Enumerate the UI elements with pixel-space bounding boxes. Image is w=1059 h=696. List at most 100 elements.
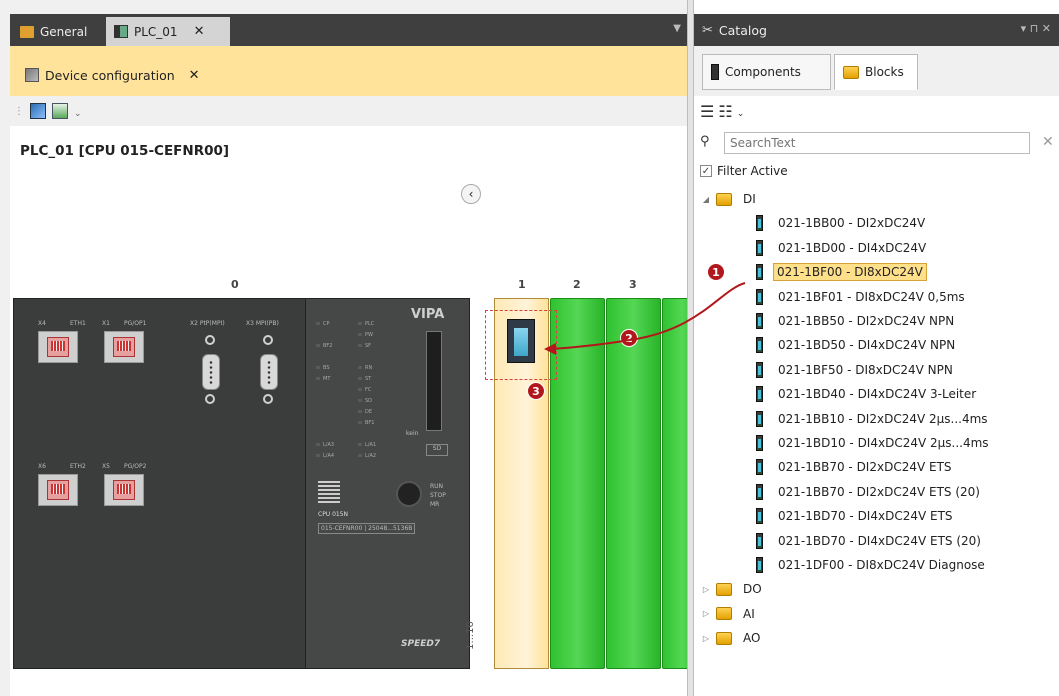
tree-item[interactable]: 021-1BD10 - DI4xDC24V 2µs...4ms <box>694 432 1059 454</box>
port-label: PG/OP1 <box>124 320 147 327</box>
tab-device-configuration[interactable]: Device configuration ✕ <box>25 60 200 90</box>
tab-components[interactable]: Components <box>702 54 831 90</box>
module-icon <box>756 410 763 427</box>
collapsed-arrow-icon[interactable]: ▷ <box>700 585 712 594</box>
tree-item[interactable]: 021-1BF01 - DI8xDC24V 0,5ms <box>694 286 1059 308</box>
module-icon <box>756 215 763 232</box>
port-label: X6 <box>38 463 46 470</box>
tree-item-label: 021-1BD70 - DI4xDC24V ETS <box>778 509 953 524</box>
slot-range-label: 1...10 <box>464 621 476 650</box>
tree-item[interactable]: 021-1BB00 - DI2xDC24V <box>694 212 1059 234</box>
screw-icon <box>263 394 273 404</box>
tab-components-label: Components <box>725 65 801 79</box>
tree-item[interactable]: 021-1BD50 - DI4xDC24V NPN <box>694 334 1059 356</box>
expand-all-icon[interactable]: ☰ <box>700 102 714 121</box>
slot-number-1: 1 <box>518 278 526 291</box>
document-tab-bar: General PLC_01 ✕ ▼ <box>10 14 687 46</box>
clear-search-icon[interactable]: ✕ <box>1042 134 1054 150</box>
qr-code-icon <box>318 481 340 503</box>
checkbox[interactable]: ✓ <box>700 165 712 177</box>
tree-item-label: 021-1BF50 - DI8xDC24V NPN <box>778 362 953 377</box>
toolbar-more-icon[interactable]: ⌄ <box>74 109 82 119</box>
tree-item-label: 021-1BD50 - DI4xDC24V NPN <box>778 338 956 353</box>
tree-item[interactable]: 021-1BB70 - DI2xDC24V ETS (20) <box>694 481 1059 503</box>
collapse-all-icon[interactable]: ☷ <box>718 102 732 121</box>
collapsed-arrow-icon[interactable]: ▷ <box>700 609 712 618</box>
editor-toolbar: ⋮ ⌄ <box>10 96 687 126</box>
module-icon <box>756 557 763 573</box>
ethernet-port-x1 <box>104 331 144 363</box>
module-icon <box>756 459 763 476</box>
overview-icon[interactable] <box>52 103 68 119</box>
cpu-order-label: 015-CEFNR00 | 25048...5136B <box>318 523 416 534</box>
tree-item[interactable]: 021-1BD00 - DI4xDC24V <box>694 237 1059 259</box>
catalog-tab-bar: Components Blocks <box>694 46 1059 96</box>
tree-item-label: 021-1BD10 - DI4xDC24V 2µs...4ms <box>778 436 989 450</box>
mode-label: MR <box>430 501 440 508</box>
vipa-logo: VIPA <box>411 307 445 322</box>
module-icon <box>756 361 763 378</box>
dragged-module-icon[interactable] <box>507 319 535 363</box>
cpu-module[interactable]: X4 ETH1 X1 PG/OP1 X2 PtP(MPI) X3 MPI(PB)… <box>13 298 310 669</box>
tree-item[interactable]: 021-1BB50 - DI2xDC24V NPN <box>694 310 1059 332</box>
led-label: BF1 <box>358 420 375 426</box>
mode-label: STOP <box>430 492 446 499</box>
led-label: SF <box>358 343 371 349</box>
tree-item-label: 021-1BB50 - DI2xDC24V NPN <box>778 314 955 328</box>
collapsed-arrow-icon[interactable]: ▷ <box>700 634 712 643</box>
tab-plc[interactable]: PLC_01 ✕ <box>106 17 230 46</box>
slot-number-3: 3 <box>629 278 637 291</box>
pane-splitter[interactable] <box>687 0 694 696</box>
cpu-name-label: CPU 015N <box>318 511 349 518</box>
tree-folder[interactable]: ▷ DO <box>694 578 1059 600</box>
tab-blocks-label: Blocks <box>865 65 904 79</box>
tree-folder[interactable]: ◢ DI <box>694 188 1059 210</box>
port-label: ETH2 <box>70 463 86 470</box>
catalog-icon: ✂ <box>702 22 713 38</box>
tree-item[interactable]: 021-1BD40 - DI4xDC24V 3-Leiter <box>694 383 1059 405</box>
pin-icon[interactable]: ▾ ⊓ ✕ <box>1021 22 1051 35</box>
expanded-arrow-icon[interactable]: ◢ <box>700 195 712 204</box>
tab-general[interactable]: General <box>12 17 102 46</box>
close-tab-icon[interactable]: ✕ <box>189 68 200 83</box>
tree-item[interactable]: 021-1BF50 - DI8xDC24V NPN <box>694 359 1059 381</box>
tab-general-label: General <box>40 24 88 39</box>
slot-2[interactable] <box>550 298 605 669</box>
slot-4[interactable] <box>662 298 687 669</box>
catalog-toolbar: ☰ ☷ ⌄ <box>694 96 1059 126</box>
collapse-button[interactable]: ‹ <box>461 184 481 204</box>
port-label: X2 PtP(MPI) <box>190 320 225 327</box>
tree-item[interactable]: 021-1DF00 - DI8xDC24V Diagnose <box>694 554 1059 576</box>
led-label: PW <box>358 332 373 338</box>
led-label: PLC <box>358 321 374 327</box>
components-icon <box>711 64 719 80</box>
slot-number-0: 0 <box>231 278 239 291</box>
folder-icon <box>716 607 732 621</box>
tree-item[interactable]: 021-1BD70 - DI4xDC24V ETS <box>694 505 1059 527</box>
filter-active-checkbox[interactable]: ✓ Filter Active <box>700 164 788 178</box>
chevron-down-icon[interactable]: ▼ <box>673 23 681 34</box>
search-input[interactable] <box>724 132 1030 154</box>
tab-plc-label: PLC_01 <box>134 24 178 39</box>
tree-folder[interactable]: ▷ AO <box>694 627 1059 649</box>
tree-item[interactable]: 021-1BF00 - DI8xDC24V <box>694 261 1059 283</box>
device-config-icon <box>25 68 39 82</box>
tree-item-label: 021-1BF00 - DI8xDC24V <box>773 263 927 282</box>
network-view-icon[interactable] <box>30 103 46 119</box>
app-window: General PLC_01 ✕ ▼ Device configuration … <box>0 0 1059 696</box>
close-tab-icon[interactable]: ✕ <box>194 24 205 39</box>
tab-blocks[interactable]: Blocks <box>834 54 918 90</box>
tree-item[interactable]: 021-1BD70 - DI4xDC24V ETS (20) <box>694 530 1059 552</box>
toolbar-more-icon[interactable]: ⌄ <box>737 109 745 119</box>
module-icon <box>756 288 763 305</box>
tree-item[interactable]: 021-1BB10 - DI2xDC24V 2µs...4ms <box>694 408 1059 430</box>
port-label: ETH1 <box>70 320 86 327</box>
tree-item[interactable]: 021-1BB70 - DI2xDC24V ETS <box>694 456 1059 478</box>
page-title: PLC_01 [CPU 015-CEFNR00] <box>20 143 230 159</box>
tree-item-label: DO <box>743 582 762 597</box>
slot-3[interactable] <box>606 298 661 669</box>
tree-folder[interactable]: ▷ AI <box>694 603 1059 625</box>
led-label: L/A2 <box>358 453 376 459</box>
tab-device-configuration-label: Device configuration <box>45 67 175 83</box>
catalog-pane: ✂ Catalog ▾ ⊓ ✕ Components Blocks ☰ ☷ ⌄ … <box>694 0 1059 696</box>
